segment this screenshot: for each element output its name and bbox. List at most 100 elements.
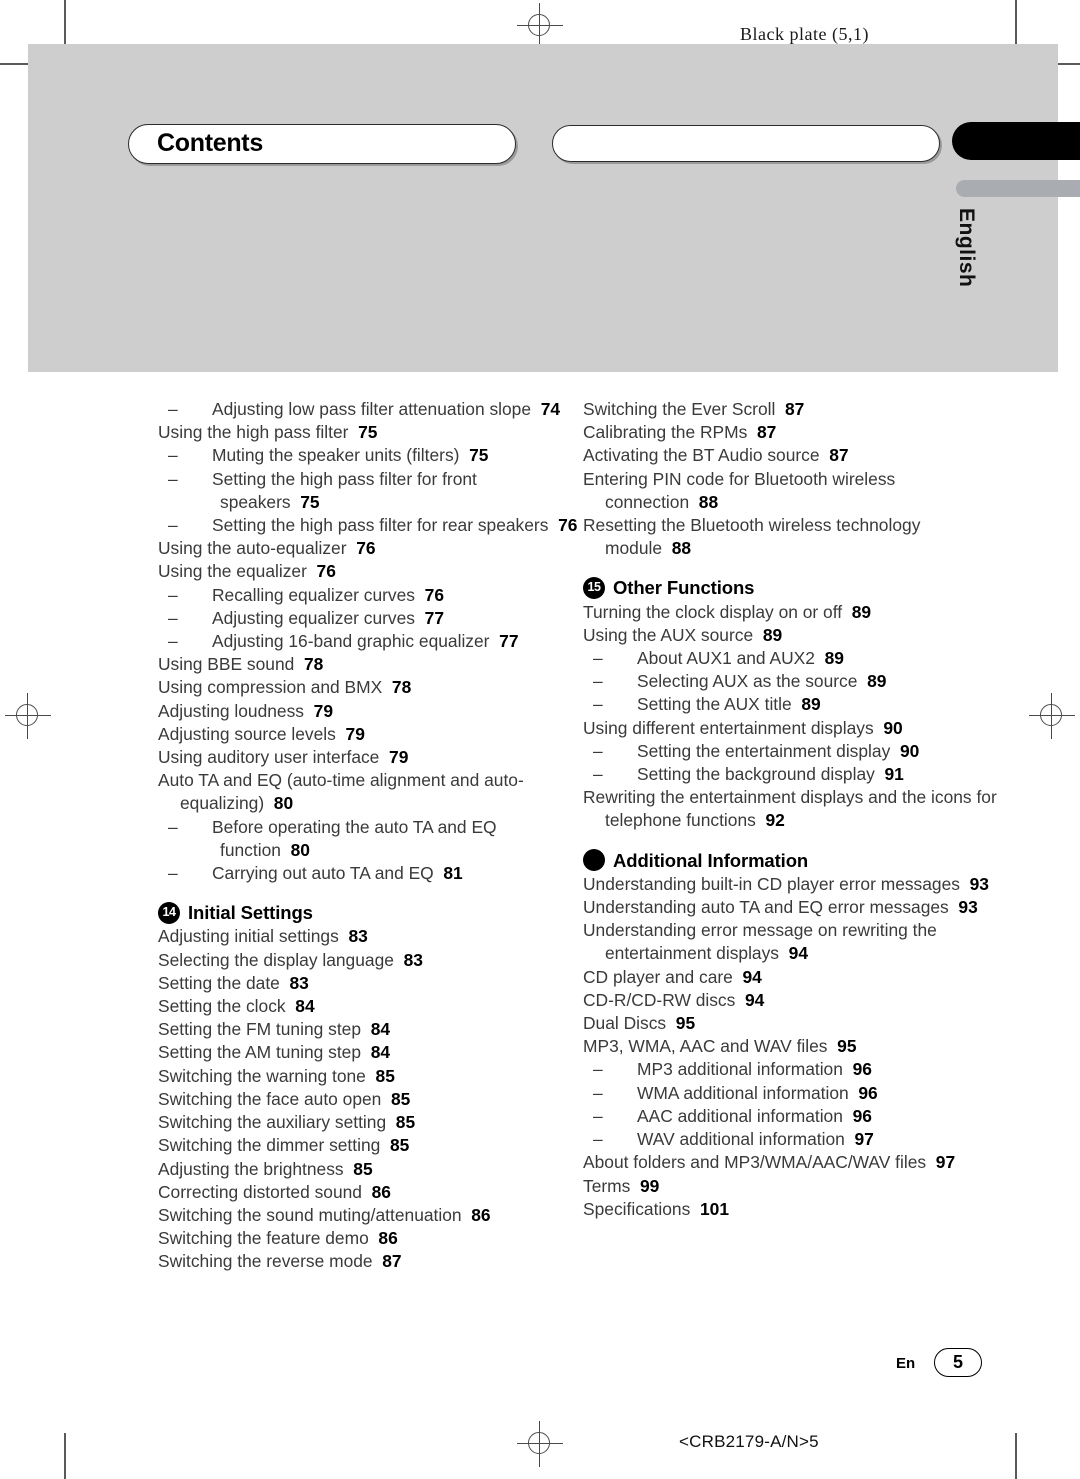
toc-sub-entry[interactable]: – Adjusting low pass filter attenuation s… — [168, 398, 578, 421]
toc-page-number: 91 — [884, 764, 904, 785]
toc-entry[interactable]: Setting the FM tuning step 84 — [158, 1018, 578, 1041]
toc-entry[interactable]: CD-R/CD-RW discs 94 — [583, 989, 1003, 1012]
toc-column-right: Switching the Ever Scroll 87 Calibrating t… — [583, 398, 1003, 1221]
toc-entry[interactable]: Using compression and BMX 78 — [158, 676, 578, 699]
toc-entry[interactable]: Switching the warning tone 85 — [158, 1065, 578, 1088]
toc-entry[interactable]: Setting the AM tuning step 84 — [158, 1041, 578, 1064]
plate-label: Black plate (5,1) — [740, 24, 869, 44]
toc-entry-label: Switching the Ever Scroll — [583, 399, 776, 419]
toc-entry-label: Switching the feature demo — [158, 1228, 369, 1249]
toc-sub-entry[interactable]: – MP3 additional information 96 — [593, 1058, 1003, 1081]
toc-entry[interactable]: Selecting the display language 83 — [158, 949, 578, 972]
toc-entry-label: Switching the auxiliary setting — [158, 1112, 387, 1133]
toc-entry-label: Switching the face auto open — [158, 1088, 382, 1109]
toc-entry[interactable]: Switching the dimmer setting 85 — [158, 1134, 578, 1157]
toc-entry[interactable]: Using auditory user interface 79 — [158, 746, 578, 769]
dash-bullet-icon: – — [593, 648, 603, 669]
toc-entry[interactable]: Using the equalizer 76 — [158, 560, 578, 583]
toc-entry-label: Setting the AUX title — [637, 694, 792, 715]
toc-page-number: 75 — [469, 445, 489, 466]
toc-entry[interactable]: Switching the Ever Scroll 87 — [583, 398, 1003, 421]
toc-entry[interactable]: Adjusting source levels 79 — [158, 723, 578, 746]
header-gray-band — [28, 44, 1058, 372]
toc-page-number: 101 — [699, 1198, 729, 1219]
toc-sub-entry[interactable]: – Muting the speaker units (filters) 75 — [168, 444, 578, 467]
toc-sub-entry[interactable]: – Setting the AUX title 89 — [593, 693, 1003, 716]
toc-sub-entry[interactable]: – AAC additional information 96 — [593, 1105, 1003, 1128]
toc-page-number: 75 — [300, 491, 320, 512]
toc-entry-label: Setting the entertainment display — [637, 740, 891, 761]
toc-sub-entry[interactable]: – Adjusting equalizer curves 77 — [168, 607, 578, 630]
dash-bullet-icon: – — [593, 1059, 603, 1080]
toc-entry[interactable]: Rewriting the entertainment displays and… — [583, 786, 1003, 832]
toc-entry[interactable]: Using the AUX source 89 — [583, 624, 1003, 647]
toc-entry[interactable]: Entering PIN code for Bluetooth wireless… — [583, 468, 1003, 514]
toc-entry[interactable]: Setting the clock 84 — [158, 995, 578, 1018]
toc-entry[interactable]: MP3, WMA, AAC and WAV files 95 — [583, 1035, 1003, 1058]
toc-entry-label: Using the equalizer — [158, 561, 307, 582]
toc-entry[interactable]: Understanding error message on rewriting… — [583, 919, 1003, 965]
toc-entry[interactable]: Switching the reverse mode 87 — [158, 1250, 578, 1273]
crop-mark-top-left-vertical — [64, 0, 66, 46]
toc-sub-entry[interactable]: – WAV additional information 97 — [593, 1128, 1003, 1151]
toc-entry[interactable]: Terms 99 — [583, 1175, 1003, 1198]
toc-entry[interactable]: Adjusting the brightness 85 — [158, 1158, 578, 1181]
toc-page-number: 85 — [353, 1158, 373, 1179]
toc-page-number: 84 — [370, 1042, 391, 1063]
dash-bullet-icon: – — [168, 584, 178, 605]
toc-entry[interactable]: About folders and MP3/WMA/AAC/WAV files 9… — [583, 1151, 1003, 1174]
toc-entry[interactable]: Setting the date 83 — [158, 972, 578, 995]
toc-entry[interactable]: Understanding auto TA and EQ error messa… — [583, 896, 1003, 919]
toc-entry[interactable]: Switching the sound muting/attenuation 86 — [158, 1204, 578, 1227]
toc-page-number: 86 — [371, 1181, 391, 1202]
toc-entry-label: Using different entertainment displays — [583, 717, 874, 738]
toc-entry[interactable]: Dual Discs 95 — [583, 1012, 1003, 1035]
toc-entry-label: Before operating the auto TA and EQ func… — [212, 816, 497, 860]
toc-sub-entry[interactable]: – Adjusting 16-band graphic equalizer 77 — [168, 630, 578, 653]
language-tab-label: English — [955, 208, 978, 288]
toc-page-number: 79 — [389, 747, 409, 768]
toc-page-number: 89 — [762, 624, 783, 645]
toc-entry-label: Specifications — [583, 1198, 691, 1219]
toc-page-number: 95 — [675, 1013, 696, 1034]
toc-entry[interactable]: CD player and care 94 — [583, 966, 1003, 989]
toc-entry[interactable]: Switching the auxiliary setting 85 — [158, 1111, 578, 1134]
toc-entry[interactable]: Correcting distorted sound 86 — [158, 1181, 578, 1204]
toc-entry-label: Turning the clock display on or off — [583, 601, 843, 622]
toc-page-number: 76 — [558, 515, 578, 536]
toc-sub-entry[interactable]: – Setting the background display 91 — [593, 763, 1003, 786]
toc-sub-entry[interactable]: – About AUX1 and AUX2 89 — [593, 647, 1003, 670]
toc-sub-entry[interactable]: – WMA additional information 96 — [593, 1082, 1003, 1105]
toc-entry[interactable]: Understanding built-in CD player error m… — [583, 873, 1003, 896]
toc-sub-entry[interactable]: – Setting the high pass filter for rear s… — [168, 514, 578, 537]
toc-sub-entry[interactable]: – Setting the entertainment display 90 — [593, 740, 1003, 763]
toc-sub-entry[interactable]: – Setting the high pass filter for front … — [168, 468, 578, 514]
toc-entry[interactable]: Switching the face auto open 85 — [158, 1088, 578, 1111]
toc-entry-label: Switching the warning tone — [158, 1065, 366, 1086]
toc-entry-label: Adjusting low pass filter attenuation sl… — [212, 399, 532, 419]
gray-side-tab — [956, 180, 1080, 197]
toc-entry[interactable]: Using the high pass filter 75 — [158, 421, 578, 444]
toc-entry[interactable]: Calibrating the RPMs 87 — [583, 421, 1003, 444]
toc-sub-entry[interactable]: – Selecting AUX as the source 89 — [593, 670, 1003, 693]
dash-bullet-icon: – — [593, 1129, 603, 1150]
toc-entry[interactable]: Adjusting loudness 79 — [158, 700, 578, 723]
toc-page-number: 78 — [303, 654, 324, 675]
toc-entry[interactable]: Using BBE sound 78 — [158, 653, 578, 676]
toc-entry[interactable]: Turning the clock display on or off 89 — [583, 601, 1003, 624]
toc-sub-entry[interactable]: – Recalling equalizer curves 76 — [168, 584, 578, 607]
toc-sub-entry[interactable]: – Before operating the auto TA and EQ fun… — [168, 816, 578, 862]
toc-entry[interactable]: Specifications 101 — [583, 1198, 1003, 1221]
toc-entry[interactable]: Adjusting initial settings 83 — [158, 925, 578, 948]
toc-entry[interactable]: Activating the BT Audio source 87 — [583, 444, 1003, 467]
toc-entry[interactable]: Resetting the Bluetooth wireless technol… — [583, 514, 1003, 560]
toc-entry[interactable]: Switching the feature demo 86 — [158, 1227, 578, 1250]
toc-sub-entry[interactable]: – Carrying out auto TA and EQ 81 — [168, 862, 578, 885]
toc-entry[interactable]: Using the auto-equalizer 76 — [158, 537, 578, 560]
document-code: <CRB2179-A/N>5 — [679, 1432, 819, 1451]
toc-entry-label: Adjusting loudness — [158, 700, 304, 721]
toc-entry[interactable]: Auto TA and EQ (auto-time alignment and … — [158, 769, 578, 815]
toc-entry-label: Using auditory user interface — [158, 747, 380, 768]
toc-entry[interactable]: Using different entertainment displays 90 — [583, 717, 1003, 740]
dash-bullet-icon: – — [593, 671, 603, 692]
